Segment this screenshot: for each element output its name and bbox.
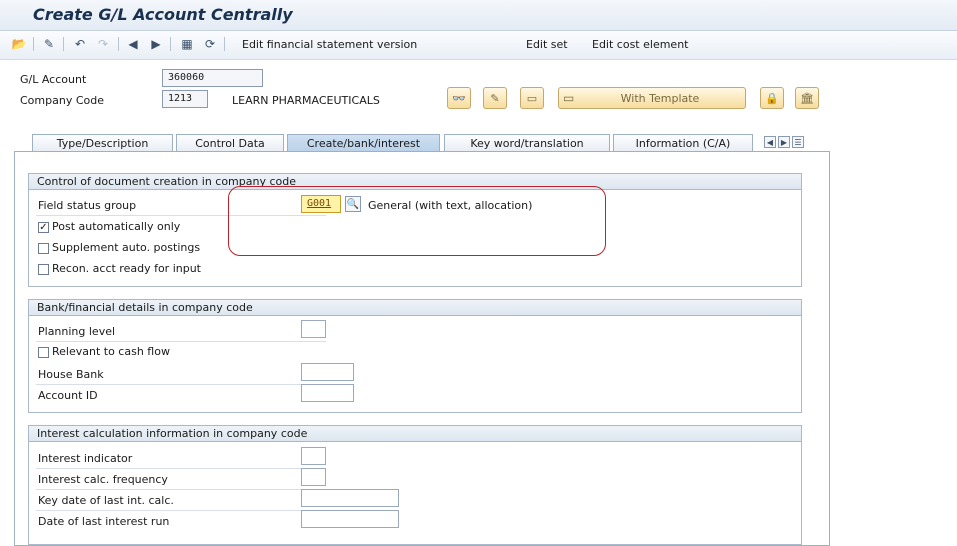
cash-flow-checkbox[interactable]	[38, 347, 49, 358]
cash-flow-label: Relevant to cash flow	[52, 345, 170, 358]
row-divider	[36, 384, 326, 385]
tab-create-bank-interest[interactable]: Create/bank/interest	[287, 134, 440, 152]
row-divider	[36, 341, 326, 342]
key-date-field[interactable]	[301, 489, 399, 507]
pencil-icon[interactable]: ✎	[483, 87, 507, 109]
company-name: LEARN PHARMACEUTICALS	[232, 94, 380, 107]
tab-control-data[interactable]: Control Data	[176, 134, 284, 152]
tab-type-description[interactable]: Type/Description	[32, 134, 173, 152]
tab-list-icon[interactable]: ☰	[792, 136, 804, 148]
interest-indicator-label: Interest indicator	[38, 452, 133, 465]
gl-account-field[interactable]: 360060	[162, 69, 263, 87]
tab-scroll-left-icon[interactable]: ◀	[764, 136, 776, 148]
planning-level-field[interactable]	[301, 320, 326, 338]
glasses-icon[interactable]: 👓	[447, 87, 471, 109]
account-id-field[interactable]	[301, 384, 354, 402]
post-auto-checkbox[interactable]: ✓	[38, 222, 49, 233]
toolbar-separator	[224, 37, 225, 51]
planning-level-label: Planning level	[38, 325, 116, 338]
row-divider	[36, 468, 326, 469]
toolbar-separator	[33, 37, 34, 51]
tab-key-word-translation[interactable]: Key word/translation	[444, 134, 610, 152]
delete-icon[interactable]: 🏛	[795, 87, 819, 109]
lock-icon[interactable]: 🔒	[760, 87, 784, 109]
window-title: Create G/L Account Centrally	[33, 5, 293, 24]
edit-set-button[interactable]: Edit set	[526, 38, 568, 51]
interest-frequency-field[interactable]	[301, 468, 326, 486]
redo-icon[interactable]: ↷	[94, 36, 112, 52]
row-divider	[36, 489, 326, 490]
recon-label: Recon. acct ready for input	[52, 262, 201, 275]
row-divider	[36, 510, 326, 511]
edit-fs-version-button[interactable]: Edit financial statement version	[242, 38, 417, 51]
interest-title: Interest calculation information in comp…	[29, 426, 801, 442]
post-auto-label: Post automatically only	[52, 220, 181, 233]
previous-arrow-icon[interactable]: ◀	[124, 36, 142, 52]
folder-icon[interactable]: 📂	[10, 36, 28, 52]
house-bank-field[interactable]	[301, 363, 354, 381]
display-change-icon[interactable]: ✎	[40, 36, 58, 52]
key-date-label: Key date of last int. calc.	[38, 494, 174, 507]
undo-icon[interactable]: ↶	[71, 36, 89, 52]
toolbar-separator	[118, 37, 119, 51]
tab-information-ca[interactable]: Information (C/A)	[613, 134, 753, 152]
toolbar-separator	[63, 37, 64, 51]
house-bank-label: House Bank	[38, 368, 104, 381]
company-code-field[interactable]: 1213	[162, 90, 208, 108]
company-code-label: Company Code	[20, 94, 104, 107]
supplement-label: Supplement auto. postings	[52, 241, 201, 254]
supplement-checkbox[interactable]	[38, 243, 49, 254]
gl-account-label: G/L Account	[20, 73, 87, 86]
last-run-field[interactable]	[301, 510, 399, 528]
highlight-annotation	[228, 186, 606, 256]
application-toolbar: 📂 ✎ ↶ ↷ ◀ ▶ ▦ ⟳ Edit financial statement…	[0, 31, 957, 60]
last-run-label: Date of last interest run	[38, 515, 170, 528]
tab-scroll-right-icon[interactable]: ▶	[778, 136, 790, 148]
recon-checkbox[interactable]	[38, 264, 49, 275]
interest-frequency-label: Interest calc. frequency	[38, 473, 168, 486]
bank-title: Bank/financial details in company code	[29, 300, 801, 316]
toolbar-separator	[170, 37, 171, 51]
account-id-label: Account ID	[38, 389, 98, 402]
with-template-button[interactable]: ▭ With Template	[558, 87, 746, 109]
edit-cost-element-button[interactable]: Edit cost element	[592, 38, 688, 51]
refresh-icon[interactable]: ⟳	[201, 36, 219, 52]
template-icon: ▭	[563, 91, 575, 105]
with-template-label: With Template	[620, 91, 700, 105]
interest-indicator-field[interactable]	[301, 447, 326, 465]
create-icon[interactable]: ▭	[520, 87, 544, 109]
next-arrow-icon[interactable]: ▶	[147, 36, 165, 52]
field-status-label: Field status group	[38, 199, 137, 212]
table-icon[interactable]: ▦	[178, 36, 196, 52]
